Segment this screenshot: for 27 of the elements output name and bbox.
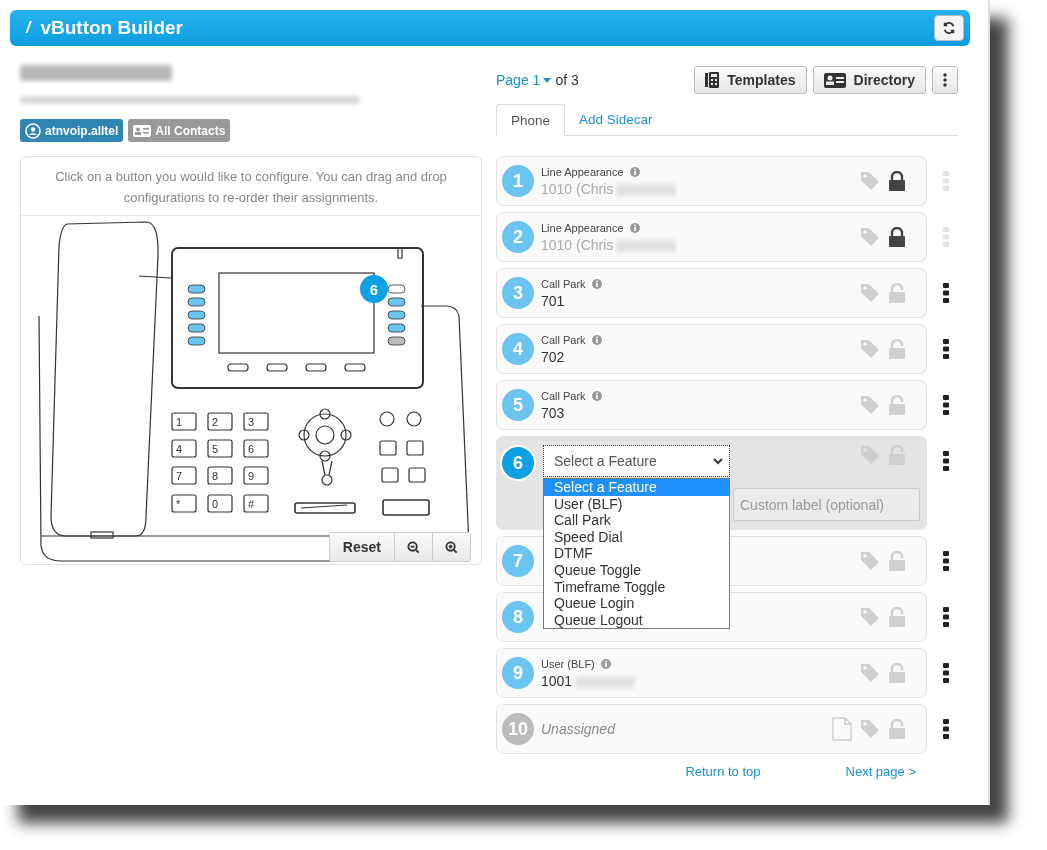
feature-label: Line Appearance [541,165,624,178]
unassigned-label: Unassigned [541,721,615,737]
instructions-text: Click on a button you would like to configure. You can drag and drop configurations to re-order their assignments. [21,157,481,216]
feature-label: Call Park [541,333,586,346]
button-number: 9 [502,657,534,689]
button-number: 1 [502,165,534,197]
feature-label: Call Park [541,277,586,290]
button-number: 4 [502,333,534,365]
button-number: 2 [502,221,534,253]
button-value: 1010 (Chris [541,180,614,197]
page-count: of 3 [555,72,579,88]
button-value: 1010 (Chris [541,236,614,253]
breadcrumb-separator: / [26,19,31,37]
button-number: 7 [502,545,534,577]
button-number: 3 [502,277,534,309]
feature-label: Line Appearance [541,221,624,234]
button-number: 5 [502,389,534,421]
button-value: 702 [541,348,565,365]
button-value: 703 [541,404,565,421]
button-value: 1001 [541,672,573,689]
button-number: 6 [500,445,536,481]
button-number: 10 [502,713,534,745]
page-title: vButton Builder [40,17,184,39]
feature-label: Call Park [541,389,586,402]
feature-label: User (BLF) [541,657,595,670]
button-number: 8 [502,601,534,633]
button-value: 701 [541,292,565,309]
